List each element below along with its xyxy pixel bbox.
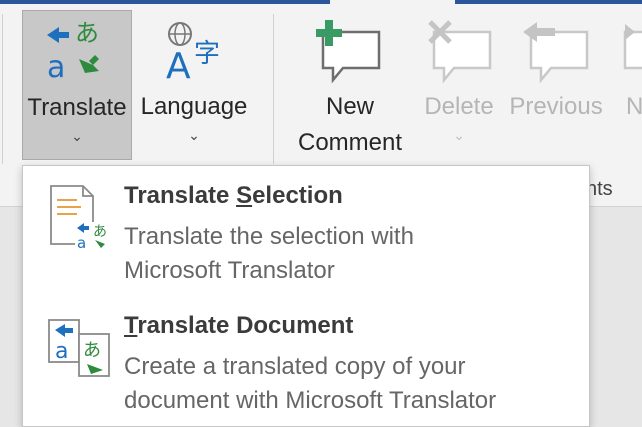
title-text: Translate — [124, 182, 237, 209]
title-text: ranslate Document — [137, 312, 354, 339]
next-comment-button[interactable]: N — [612, 10, 642, 160]
translate-dropdown-menu: a あ Translate Selection Translate the se… — [22, 165, 590, 427]
new-comment-label-1: New — [325, 93, 374, 120]
previous-comment-button[interactable]: Previous — [505, 10, 607, 160]
translate-selection-title: Translate Selection — [124, 182, 343, 210]
access-key: S — [236, 182, 253, 209]
translate-selection-description: Translate the selection with Microsoft T… — [124, 220, 564, 288]
translate-caret: ⌄ — [71, 129, 83, 145]
next-label: N — [626, 93, 642, 120]
translate-document-description: Create a translated copy of your documen… — [124, 350, 564, 418]
comments-group-label: nts — [586, 178, 613, 200]
title-bar-strip-right — [455, 0, 642, 4]
language-button[interactable]: A 字 Language ⌄ — [134, 10, 254, 160]
translate-icon: あ a — [45, 19, 109, 88]
translate-document-icon: a あ — [47, 316, 113, 385]
new-comment-icon — [315, 18, 385, 89]
title-text: election — [252, 182, 343, 209]
delete-label: Delete — [424, 93, 494, 120]
translate-label: Translate — [27, 94, 127, 121]
translate-document-title: Translate Document — [124, 312, 353, 340]
delete-caret: ⌄ — [453, 128, 465, 144]
language-icon: A 字 — [162, 18, 226, 87]
svg-text:あ: あ — [75, 19, 99, 47]
previous-label: Previous — [509, 93, 603, 120]
svg-text:a: a — [47, 50, 65, 83]
description-line: Translate the selection with — [124, 223, 414, 250]
ribbon-separator-left — [2, 14, 3, 164]
new-comment-label-2: Comment — [297, 129, 403, 156]
translate-selection-icon: a あ — [47, 182, 113, 257]
language-caret: ⌄ — [188, 128, 200, 144]
delete-comment-icon — [424, 18, 494, 89]
svg-text:あ: あ — [93, 224, 107, 240]
description-line: Create a translated copy of your — [124, 353, 466, 380]
translate-selection-item[interactable]: a あ Translate Selection Translate the se… — [23, 166, 589, 296]
title-bar-strip-left — [0, 0, 330, 4]
svg-text:a: a — [55, 339, 68, 364]
next-comment-icon — [621, 18, 642, 89]
new-comment-button[interactable]: New Comment — [285, 10, 415, 160]
svg-text:a: a — [77, 234, 86, 252]
description-line: document with Microsoft Translator — [124, 387, 497, 414]
svg-text:あ: あ — [83, 340, 101, 361]
ribbon-separator-mid — [273, 14, 274, 164]
description-line: Microsoft Translator — [124, 257, 335, 284]
delete-comment-button[interactable]: Delete ⌄ — [415, 10, 503, 160]
translate-document-item[interactable]: a あ Translate Document Create a translat… — [23, 298, 589, 426]
access-key: T — [124, 312, 138, 339]
previous-comment-icon — [521, 18, 591, 89]
translate-button[interactable]: あ a Translate ⌄ — [22, 10, 132, 160]
svg-text:A: A — [166, 46, 191, 82]
svg-text:字: 字 — [194, 39, 220, 69]
language-label: Language — [140, 93, 248, 120]
